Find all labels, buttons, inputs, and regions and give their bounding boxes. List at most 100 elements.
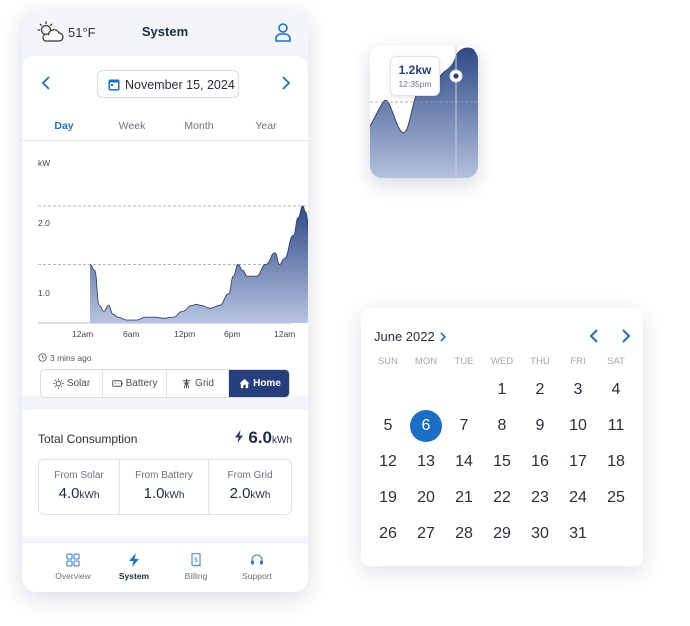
bolt-icon bbox=[129, 553, 139, 567]
tooltip-value: 1.2kw bbox=[398, 63, 432, 77]
chevron-right-icon[interactable] bbox=[276, 74, 294, 92]
consumption-total: 6.0kWh bbox=[234, 428, 292, 448]
calendar-day[interactable]: 28 bbox=[448, 518, 480, 550]
calendar-picker: June 2022 SUN MON TUE WED THU FRI SAT 1 2 3 4 5 6 7 8 9… bbox=[361, 308, 643, 566]
calendar-day[interactable]: 30 bbox=[524, 518, 556, 550]
calendar-day[interactable]: 9 bbox=[524, 410, 556, 442]
weekday-label: WED bbox=[490, 356, 514, 367]
month-selector[interactable]: June 2022 bbox=[374, 329, 447, 344]
nav-label: Overview bbox=[55, 571, 91, 581]
calendar-day[interactable]: 19 bbox=[372, 482, 404, 514]
source-grid-button[interactable]: Grid bbox=[167, 370, 229, 397]
calendar-day[interactable]: 5 bbox=[372, 410, 404, 442]
calendar-day[interactable]: 21 bbox=[448, 482, 480, 514]
chevron-left-icon[interactable] bbox=[587, 328, 601, 344]
calendar-day[interactable]: 26 bbox=[372, 518, 404, 550]
top-bar: 51°F System bbox=[22, 10, 308, 54]
calendar-day[interactable]: 29 bbox=[486, 518, 518, 550]
tab-year[interactable]: Year bbox=[236, 120, 296, 132]
x-tick-label: 6pm bbox=[224, 329, 241, 339]
calendar-day[interactable]: 24 bbox=[562, 482, 594, 514]
weekday-label: SUN bbox=[377, 356, 399, 367]
chart-tooltip-preview: 1.2kw 12:35pm bbox=[370, 46, 478, 178]
nav-support[interactable]: Support bbox=[227, 553, 287, 581]
consumption-card: Total Consumption 6.0kWh From Solar 4.0k… bbox=[22, 410, 308, 536]
breakdown-value: 1.0kWh bbox=[143, 485, 185, 502]
calendar-day[interactable]: 12 bbox=[372, 446, 404, 478]
source-home-button[interactable]: Home bbox=[229, 370, 289, 397]
weekday-label: MON bbox=[414, 356, 438, 367]
calendar-day[interactable]: 18 bbox=[600, 446, 632, 478]
source-label: Solar bbox=[66, 378, 91, 389]
calendar-day-selected[interactable]: 6 bbox=[410, 410, 442, 442]
source-label: Battery bbox=[125, 378, 158, 389]
last-updated: 3 mins ago bbox=[38, 353, 92, 363]
tab-month[interactable]: Month bbox=[169, 120, 229, 132]
home-icon bbox=[239, 378, 250, 389]
breakdown-value: 2.0kWh bbox=[229, 485, 271, 502]
breakdown-solar: From Solar 4.0kWh bbox=[39, 460, 119, 514]
svg-text:+ -: + - bbox=[114, 381, 120, 386]
calendar-day[interactable]: 14 bbox=[448, 446, 480, 478]
power-chart: 2.0 1.0 12am 6am 12pm 6pm 12am bbox=[38, 205, 308, 339]
weekday-label: SAT bbox=[607, 356, 625, 367]
tab-week[interactable]: Week bbox=[102, 120, 162, 132]
calendar-day[interactable]: 4 bbox=[600, 374, 632, 406]
calendar-day[interactable]: 10 bbox=[562, 410, 594, 442]
divider bbox=[22, 140, 308, 141]
calendar-day[interactable]: 1 bbox=[486, 374, 518, 406]
bolt-icon bbox=[235, 430, 244, 443]
calendar-day[interactable]: 7 bbox=[448, 410, 480, 442]
page-title: System bbox=[141, 24, 189, 39]
calendar-day[interactable]: 20 bbox=[410, 482, 442, 514]
calendar-day[interactable]: 17 bbox=[562, 446, 594, 478]
source-label: Home bbox=[253, 378, 281, 389]
user-icon[interactable] bbox=[274, 22, 292, 42]
calendar-day[interactable]: 11 bbox=[600, 410, 632, 442]
chevron-left-icon[interactable] bbox=[38, 74, 56, 92]
y-tick-label: 1.0 bbox=[38, 288, 50, 298]
source-label: Grid bbox=[195, 378, 214, 389]
source-battery-button[interactable]: + - Battery bbox=[103, 370, 167, 397]
nav-system[interactable]: System bbox=[104, 553, 164, 581]
breakdown-label: From Solar bbox=[54, 470, 104, 481]
breakdown-label: From Battery bbox=[135, 470, 193, 481]
grid-icon bbox=[66, 553, 80, 567]
calendar-day[interactable]: 25 bbox=[600, 482, 632, 514]
calendar-day[interactable]: 13 bbox=[410, 446, 442, 478]
calendar-icon bbox=[108, 79, 120, 91]
nav-billing[interactable]: $ Billing bbox=[166, 553, 226, 581]
calendar-day[interactable]: 22 bbox=[486, 482, 518, 514]
calendar-day[interactable]: 16 bbox=[524, 446, 556, 478]
nav-label: System bbox=[118, 571, 150, 581]
calendar-day[interactable]: 8 bbox=[486, 410, 518, 442]
calendar-day[interactable]: 27 bbox=[410, 518, 442, 550]
consumption-title: Total Consumption bbox=[38, 432, 138, 446]
calendar-day[interactable]: 15 bbox=[486, 446, 518, 478]
date-picker-button[interactable]: November 15, 2024 bbox=[97, 70, 239, 98]
solar-panel-icon bbox=[53, 378, 64, 389]
consumption-breakdown: From Solar 4.0kWh From Battery 1.0kWh Fr… bbox=[38, 459, 292, 515]
last-updated-text: 3 mins ago bbox=[50, 353, 92, 363]
selected-date: November 15, 2024 bbox=[125, 78, 235, 92]
tab-day[interactable]: Day bbox=[34, 120, 94, 132]
clock-icon bbox=[38, 353, 47, 362]
nav-label: Support bbox=[242, 571, 272, 581]
headset-icon bbox=[251, 554, 263, 565]
svg-text:$: $ bbox=[194, 558, 198, 564]
calendar-day[interactable]: 3 bbox=[562, 374, 594, 406]
calendar-day[interactable]: 2 bbox=[524, 374, 556, 406]
nav-label: Billing bbox=[184, 571, 208, 581]
chevron-right-icon[interactable] bbox=[619, 328, 633, 344]
x-tick-label: 12am bbox=[274, 329, 295, 339]
weekday-label: TUE bbox=[454, 356, 474, 367]
y-axis-unit: kW bbox=[38, 158, 51, 168]
power-tower-icon bbox=[182, 378, 191, 389]
date-navigation: November 15, 2024 bbox=[22, 68, 308, 100]
source-solar-button[interactable]: Solar bbox=[41, 370, 103, 397]
calendar-day[interactable]: 31 bbox=[562, 518, 594, 550]
nav-overview[interactable]: Overview bbox=[43, 553, 103, 581]
calendar-day[interactable]: 23 bbox=[524, 482, 556, 514]
x-tick-label: 6am bbox=[123, 329, 140, 339]
period-tabs: Day Week Month Year bbox=[22, 116, 308, 140]
